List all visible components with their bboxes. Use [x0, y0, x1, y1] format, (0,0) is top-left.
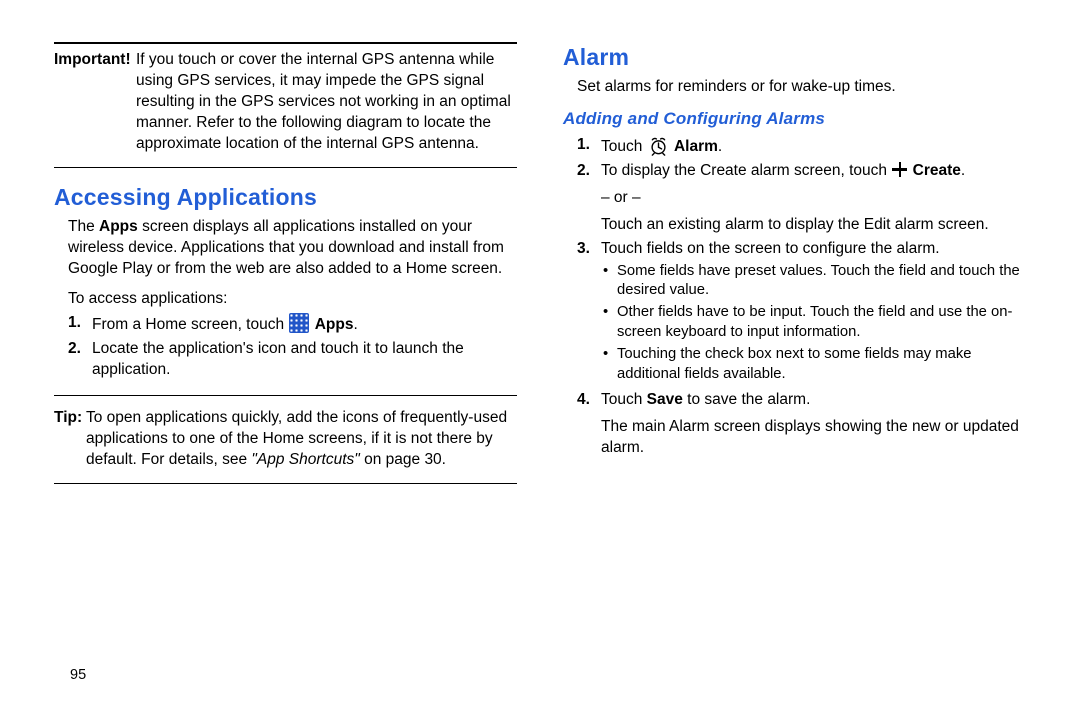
bullet: • — [603, 345, 617, 385]
text: The — [68, 218, 99, 235]
bullet: • — [603, 262, 617, 302]
ordered-list: 1. Touch — [577, 135, 1026, 459]
list-item: •Other fields have to be input. Touch th… — [603, 303, 1026, 343]
text: to save the alarm. — [683, 391, 811, 408]
text: on page 30. — [360, 451, 446, 468]
list-number: 4. — [577, 390, 601, 459]
list-body: Touch Save to save the alarm. The main A… — [601, 390, 1026, 459]
list-number: 1. — [577, 135, 601, 158]
list-number: 1. — [68, 313, 92, 336]
page-number: 95 — [70, 666, 86, 686]
plus-icon — [892, 162, 907, 177]
text: From a Home screen, touch — [92, 316, 288, 333]
page: Important! If you touch or cover the int… — [0, 0, 1080, 720]
list-item: 4. Touch Save to save the alarm. The mai… — [577, 390, 1026, 459]
text: Touch fields on the screen to configure … — [601, 240, 940, 257]
apps-grid-icon — [289, 313, 309, 333]
text: Touch — [601, 138, 647, 155]
list-body: To display the Create alarm screen, touc… — [601, 161, 1026, 236]
body-text: To access applications: — [68, 289, 517, 310]
subheading-adding-configuring: Adding and Configuring Alarms — [563, 108, 1026, 131]
list-body: Touch Alarm. — [601, 135, 1026, 158]
rule — [54, 483, 517, 484]
text-bold: Create — [913, 162, 961, 179]
left-column: Important! If you touch or cover the int… — [54, 42, 517, 690]
list-body: From a Home screen, touch Apps. — [92, 313, 517, 336]
list-body: Touch fields on the screen to configure … — [601, 239, 1026, 388]
text: . — [961, 162, 965, 179]
text-bold: Save — [647, 391, 683, 408]
text-bold: Apps — [99, 218, 138, 235]
list-number: 2. — [577, 161, 601, 236]
tip-label: Tip: — [54, 408, 86, 471]
list-item: 2. To display the Create alarm screen, t… — [577, 161, 1026, 236]
right-column: Alarm Set alarms for reminders or for wa… — [563, 42, 1026, 690]
text: Other fields have to be input. Touch the… — [617, 303, 1026, 343]
alarm-clock-icon — [648, 135, 669, 156]
text: Touch — [601, 391, 647, 408]
text: To display the Create alarm screen, touc… — [601, 162, 891, 179]
important-body: If you touch or cover the internal GPS a… — [136, 50, 517, 155]
body-text: The Apps screen displays all application… — [68, 217, 517, 280]
tip-body: To open applications quickly, add the ic… — [86, 408, 517, 471]
text: The main Alarm screen displays showing t… — [601, 417, 1026, 459]
rule — [54, 167, 517, 168]
bullet: • — [603, 303, 617, 343]
text: Touching the check box next to some fiel… — [617, 345, 1026, 385]
important-label: Important! — [54, 50, 136, 155]
list-item: 2. Locate the application's icon and tou… — [68, 339, 517, 381]
list-number: 2. — [68, 339, 92, 381]
list-item: 1. Touch — [577, 135, 1026, 158]
text: – or – — [601, 188, 1026, 209]
list-body: Locate the application's icon and touch … — [92, 339, 517, 381]
text-bold: Apps — [315, 316, 354, 333]
list-item: •Some fields have preset values. Touch t… — [603, 262, 1026, 302]
important-block: Important! If you touch or cover the int… — [54, 50, 517, 155]
heading-alarm: Alarm — [563, 42, 1026, 73]
text: Some fields have preset values. Touch th… — [617, 262, 1026, 302]
text: . — [353, 316, 357, 333]
bullet-list: •Some fields have preset values. Touch t… — [603, 262, 1026, 386]
list-item: 1. From a Home screen, touch Apps. — [68, 313, 517, 336]
ordered-list: 1. From a Home screen, touch Apps. 2. Lo… — [68, 313, 517, 381]
list-item: 3. Touch fields on the screen to configu… — [577, 239, 1026, 388]
cross-ref[interactable]: "App Shortcuts" — [251, 451, 359, 468]
text-bold: Alarm — [674, 138, 718, 155]
list-item: •Touching the check box next to some fie… — [603, 345, 1026, 385]
rule — [54, 395, 517, 396]
text: . — [718, 138, 722, 155]
list-number: 3. — [577, 239, 601, 388]
tip-block: Tip: To open applications quickly, add t… — [54, 408, 517, 471]
heading-accessing-applications: Accessing Applications — [54, 182, 517, 213]
body-text: Set alarms for reminders or for wake-up … — [577, 77, 1026, 98]
rule — [54, 42, 517, 44]
text: Touch an existing alarm to display the E… — [601, 215, 1026, 236]
